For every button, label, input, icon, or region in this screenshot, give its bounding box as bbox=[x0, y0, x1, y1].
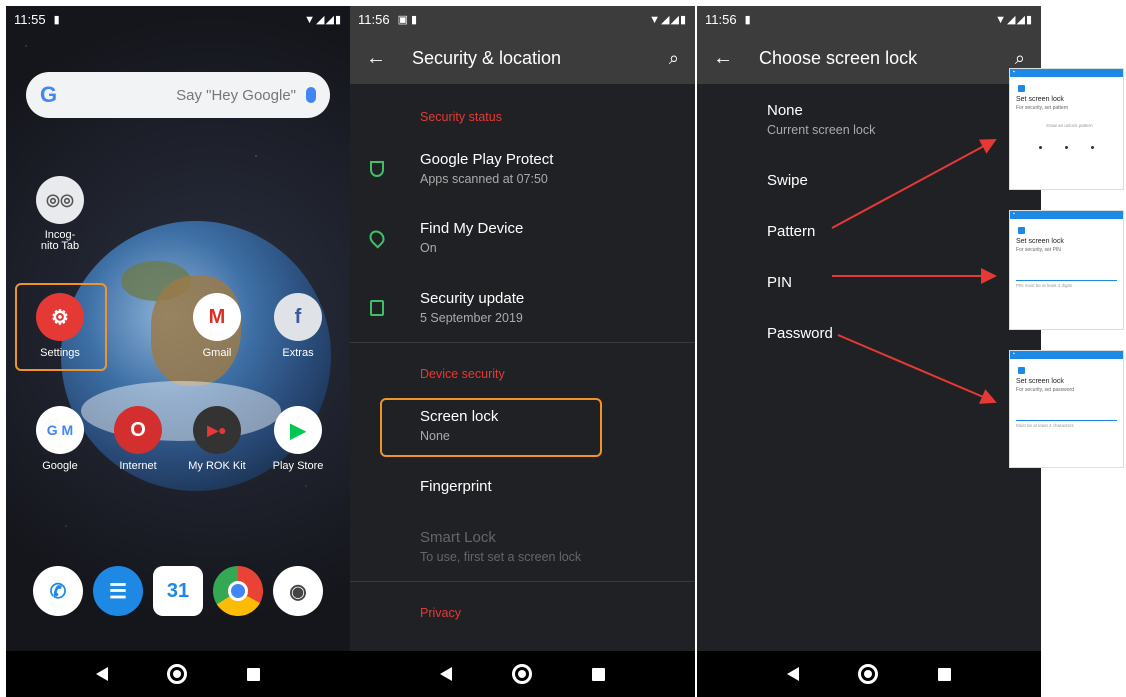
arrow-password bbox=[837, 334, 997, 404]
annotation-arrows bbox=[831, 139, 997, 404]
arrow-pattern bbox=[831, 139, 997, 229]
